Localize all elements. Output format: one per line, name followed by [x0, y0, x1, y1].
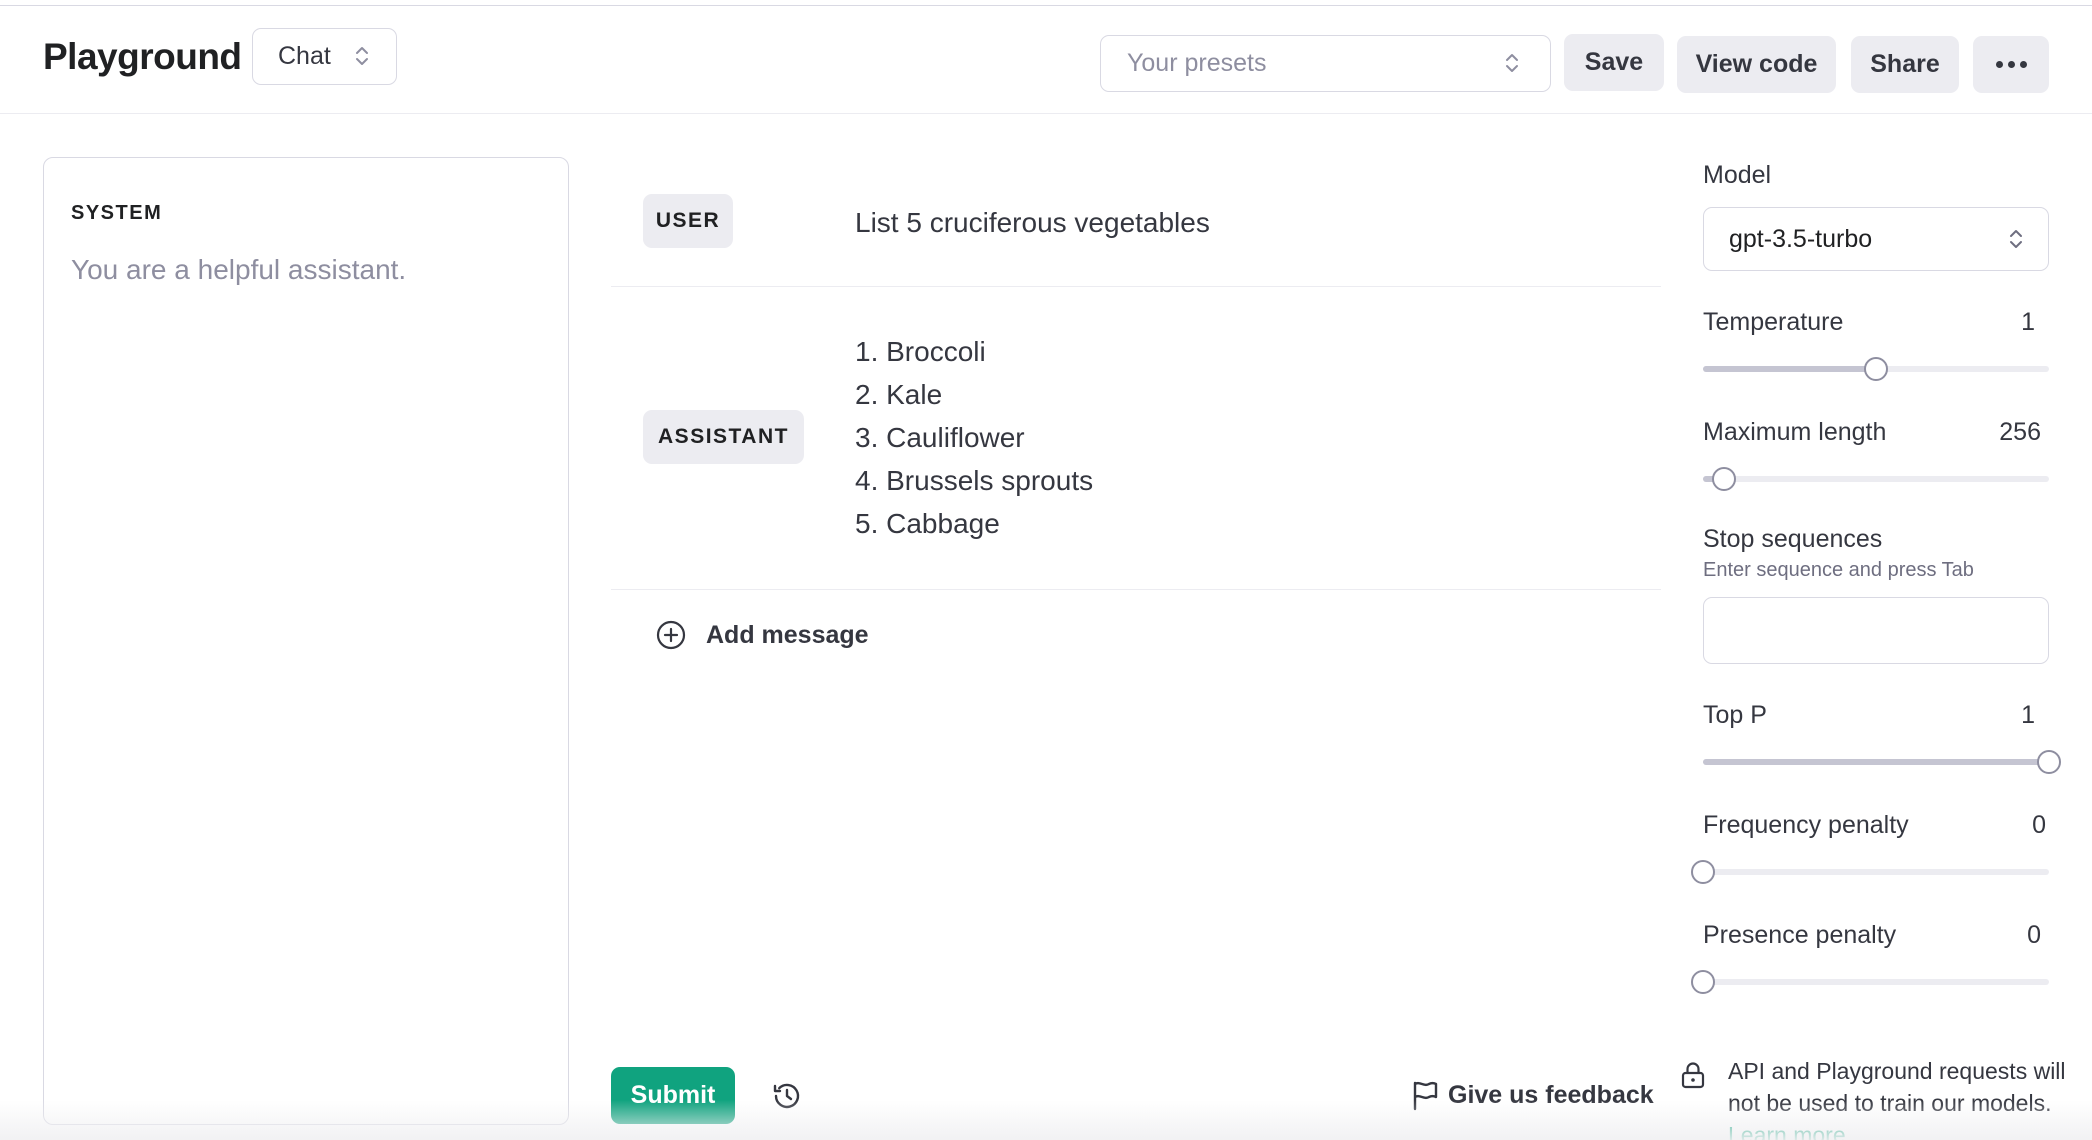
- privacy-notice-text: API and Playground requests will not be …: [1728, 1058, 2066, 1116]
- temperature-value[interactable]: 1: [2021, 308, 2035, 337]
- presence-penalty-value[interactable]: 0: [2027, 921, 2041, 950]
- message-row-assistant: ASSISTANT 1. Broccoli 2. Kale 3. Caulifl…: [611, 287, 1661, 590]
- settings-panel: Model gpt-3.5-turbo Temperature 1 Maximu…: [1691, 0, 2092, 1140]
- submit-button[interactable]: Submit: [611, 1067, 735, 1124]
- top-p-slider[interactable]: [1703, 750, 2061, 774]
- presets-select[interactable]: Your presets: [1100, 35, 1551, 92]
- list-item: 2. Kale: [855, 379, 943, 410]
- learn-more-link[interactable]: Learn more: [1728, 1119, 1846, 1140]
- feedback-button[interactable]: Give us feedback: [1410, 1079, 1654, 1111]
- presence-penalty-label: Presence penalty: [1703, 921, 1897, 949]
- mode-select[interactable]: Chat: [252, 28, 397, 85]
- chevron-updown-icon: [356, 47, 368, 65]
- chevron-updown-icon: [2010, 230, 2022, 248]
- system-prompt-input[interactable]: You are a helpful assistant.: [71, 254, 406, 286]
- lock-icon: [1681, 1062, 1705, 1089]
- slider-thumb[interactable]: [1711, 467, 1736, 491]
- temperature-slider[interactable]: [1703, 357, 2049, 381]
- feedback-label: Give us feedback: [1448, 1080, 1654, 1109]
- list-item: 3. Cauliflower: [855, 422, 1025, 453]
- model-select[interactable]: gpt-3.5-turbo: [1703, 207, 2049, 271]
- frequency-penalty-label: Frequency penalty: [1703, 811, 1909, 839]
- slider-thumb[interactable]: [2037, 750, 2061, 774]
- stop-sequences-input[interactable]: [1703, 597, 2049, 664]
- temperature-label: Temperature: [1703, 308, 1844, 336]
- list-item: 1. Broccoli: [855, 336, 986, 367]
- role-toggle-user[interactable]: USER: [643, 194, 733, 248]
- model-label: Model: [1703, 161, 1772, 189]
- page-title: Playground: [43, 36, 242, 77]
- plus-circle-icon: [656, 620, 686, 650]
- chevron-updown-icon: [1506, 54, 1518, 72]
- max-length-slider[interactable]: [1703, 467, 2049, 491]
- role-toggle-assistant[interactable]: ASSISTANT: [643, 410, 804, 464]
- top-p-label: Top P: [1703, 701, 1767, 729]
- slider-fill: [1703, 366, 1876, 372]
- add-message-label: Add message: [706, 620, 869, 649]
- slider-thumb[interactable]: [1691, 970, 1715, 994]
- frequency-penalty-value[interactable]: 0: [2032, 811, 2046, 840]
- list-item: 4. Brussels sprouts: [855, 465, 1094, 496]
- message-row-user: USER List 5 cruciferous vegetables: [611, 170, 1661, 287]
- slider-fill: [1703, 759, 2049, 765]
- add-message-button[interactable]: Add message: [655, 619, 869, 651]
- save-button[interactable]: Save: [1564, 34, 1664, 91]
- presence-penalty-slider[interactable]: [1691, 970, 2049, 994]
- message-text-assistant[interactable]: 1. Broccoli 2. Kale 3. Cauliflower 4. Br…: [855, 330, 1093, 545]
- presets-placeholder: Your presets: [1127, 49, 1267, 77]
- mode-select-value: Chat: [278, 42, 331, 70]
- slider-thumb[interactable]: [1691, 860, 1715, 884]
- system-panel[interactable]: SYSTEM You are a helpful assistant.: [43, 157, 569, 1125]
- stop-sequences-help: Enter sequence and press Tab: [1703, 559, 1974, 581]
- flag-icon: [1413, 1081, 1438, 1111]
- model-select-value: gpt-3.5-turbo: [1729, 224, 1873, 253]
- list-item: 5. Cabbage: [855, 508, 1000, 539]
- max-length-label: Maximum length: [1703, 418, 1887, 446]
- max-length-value[interactable]: 256: [1999, 418, 2041, 447]
- top-p-value[interactable]: 1: [2021, 701, 2035, 730]
- stop-sequences-label: Stop sequences: [1703, 525, 1883, 553]
- slider-thumb[interactable]: [1864, 357, 1888, 381]
- system-label: SYSTEM: [71, 202, 163, 224]
- history-icon[interactable]: [771, 1080, 803, 1112]
- message-text-user[interactable]: List 5 cruciferous vegetables: [855, 201, 1210, 244]
- frequency-penalty-slider[interactable]: [1691, 860, 2049, 884]
